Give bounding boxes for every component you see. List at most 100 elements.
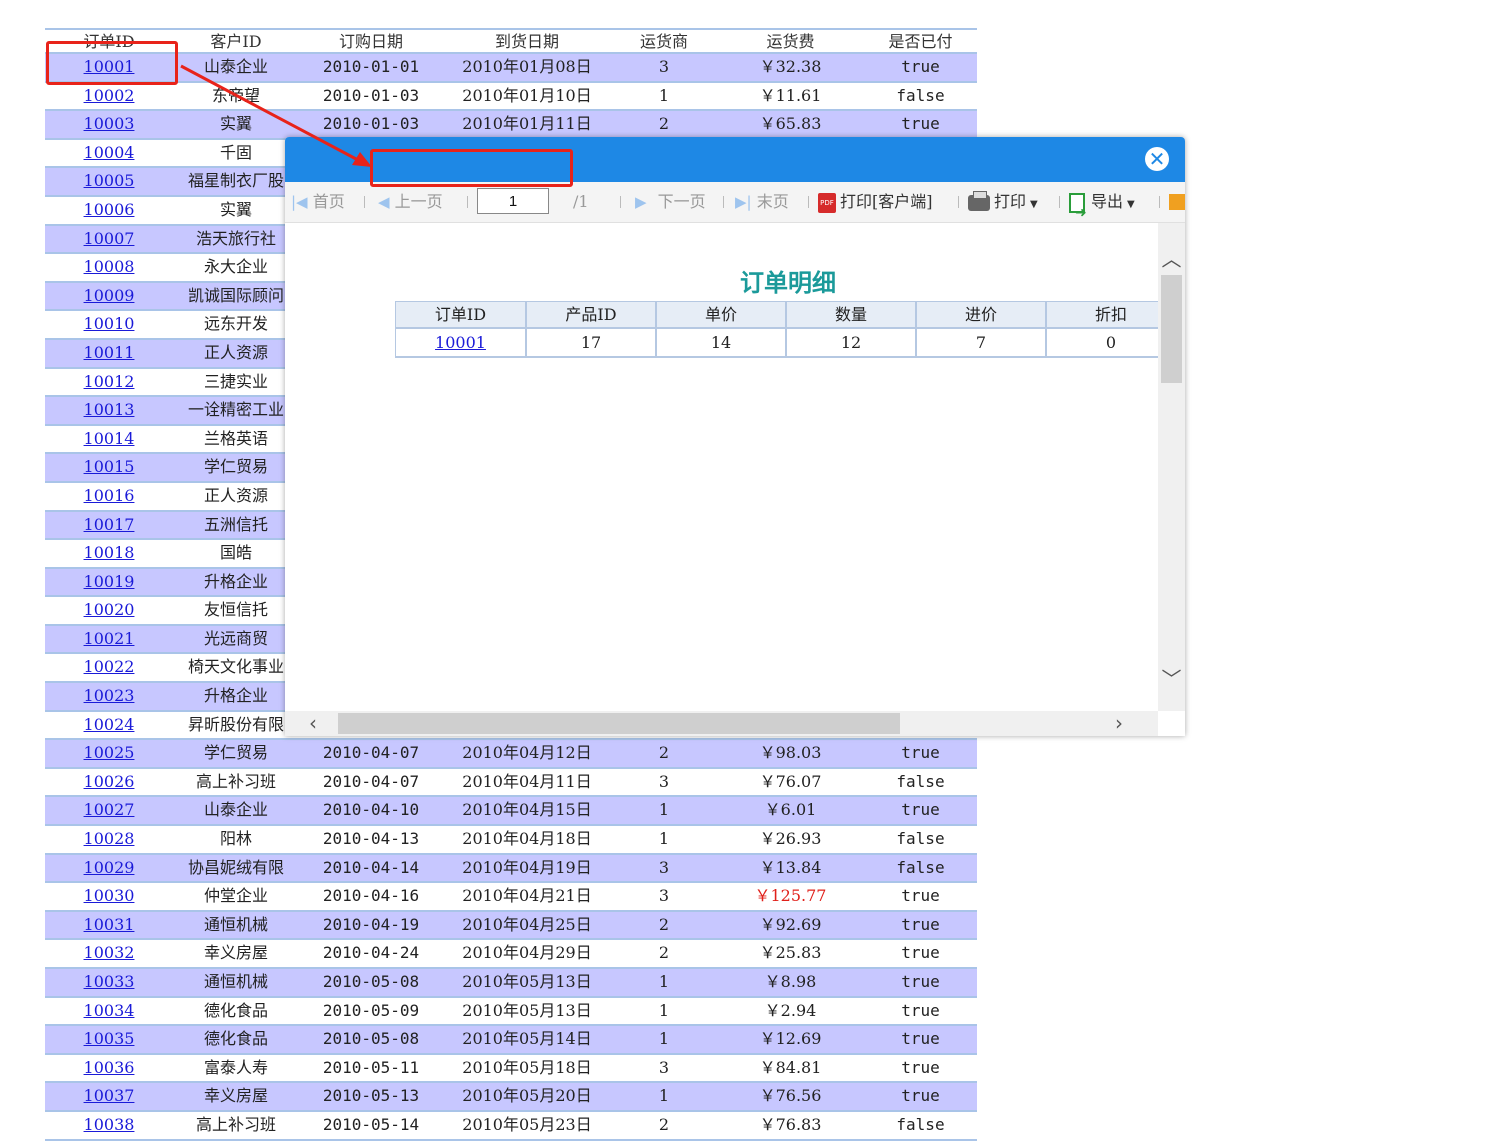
next-page-label: 下一页 xyxy=(657,192,706,211)
order-id-link[interactable]: 10025 xyxy=(84,743,135,762)
cell-shipper: 1 xyxy=(658,1029,670,1049)
order-id-link[interactable]: 10032 xyxy=(84,943,135,962)
cell-customer-id: 福星制衣厂股 xyxy=(187,171,284,191)
cell-order-date: 2010-05-09 xyxy=(322,1000,420,1020)
detail-cell-order-id[interactable]: 10001 xyxy=(395,329,525,356)
order-id-link[interactable]: 10022 xyxy=(84,657,135,676)
cell-customer-id: 仲堂企业 xyxy=(203,886,268,906)
horizontal-scroll-thumb[interactable] xyxy=(338,713,900,734)
order-id-link[interactable]: 10013 xyxy=(84,400,135,419)
cell-order-id: 10016 xyxy=(45,483,173,510)
scroll-left-icon[interactable]: ‹ xyxy=(309,711,317,736)
cell-customer-id: 东帝望 xyxy=(211,85,260,105)
table-row: 10029 协昌妮绒有限 2010-04-14 2010年04月19日 3 ￥13.84 f… xyxy=(45,854,977,884)
prev-page-button[interactable]: ◀ 上一页 xyxy=(378,182,443,222)
order-id-link[interactable]: 10010 xyxy=(84,314,135,333)
horizontal-scrollbar[interactable]: ‹ › xyxy=(285,711,1158,736)
cell-customer-id: 昇昕股份有限 xyxy=(187,714,284,734)
order-id-link[interactable]: 10014 xyxy=(84,429,135,448)
scroll-down-icon[interactable]: ﹀ xyxy=(1158,663,1185,692)
cell-shipper: 3 xyxy=(658,1057,670,1077)
detail-cell-cost: 7 xyxy=(915,329,1045,356)
cell-order-id: 10002 xyxy=(45,83,173,110)
cell-order-date: 2010-04-07 xyxy=(322,771,420,791)
order-id-link[interactable]: 10030 xyxy=(84,886,135,905)
order-id-link[interactable]: 10021 xyxy=(84,629,135,648)
order-id-link[interactable]: 10017 xyxy=(84,515,135,534)
cell-arrival-date: 2010年04月15日 xyxy=(462,800,592,820)
column-header-arrival-date: 到货日期 xyxy=(494,32,559,51)
cell-arrival-date: 2010年04月18日 xyxy=(462,829,592,849)
cell-order-id: 10003 xyxy=(45,111,173,138)
order-detail-table: 订单ID 产品ID 单价 数量 进价 折扣 10001 17 14 12 7 0 xyxy=(395,301,1158,358)
order-id-link[interactable]: 10011 xyxy=(84,343,135,362)
cell-arrival-date: 2010年01月11日 xyxy=(462,114,592,134)
cell-order-date: 2010-04-14 xyxy=(322,857,420,877)
order-id-link[interactable]: 10004 xyxy=(84,143,135,162)
order-id-link[interactable]: 10005 xyxy=(84,171,135,190)
detail-table-body: 10001 17 14 12 7 0 xyxy=(395,329,1158,358)
cell-order-id: 10004 xyxy=(45,140,173,167)
order-id-link[interactable]: 10038 xyxy=(84,1115,135,1134)
vertical-scrollbar[interactable]: ︿ ﹀ xyxy=(1158,223,1185,711)
export-button[interactable]: 导出▼ xyxy=(1069,182,1135,233)
order-id-link[interactable]: 10002 xyxy=(84,86,135,105)
cell-arrival-date: 2010年01月10日 xyxy=(462,85,592,105)
cell-order-id: 10005 xyxy=(45,168,173,195)
cell-shipper: 1 xyxy=(658,972,670,991)
cell-freight: ￥6.01 xyxy=(764,800,817,820)
order-id-link[interactable]: 10028 xyxy=(84,829,135,848)
order-id-link[interactable]: 10019 xyxy=(84,572,135,591)
close-icon[interactable]: ✕ xyxy=(1145,147,1169,171)
cell-customer-id: 幸义房屋 xyxy=(203,1086,268,1106)
order-id-link[interactable]: 10006 xyxy=(84,200,135,219)
order-id-link[interactable]: 10026 xyxy=(84,772,135,791)
order-id-link[interactable]: 10027 xyxy=(84,800,135,819)
detail-header-order-id: 订单ID xyxy=(395,302,525,327)
order-id-link[interactable]: 10016 xyxy=(84,486,135,505)
cell-arrival-date: 2010年04月19日 xyxy=(462,857,592,877)
detail-table-header: 订单ID 产品ID 单价 数量 进价 折扣 xyxy=(395,301,1158,329)
scroll-right-icon[interactable]: › xyxy=(1115,711,1123,736)
cell-arrival-date: 2010年01月08日 xyxy=(462,57,592,76)
order-id-link[interactable]: 10036 xyxy=(84,1058,135,1077)
cell-order-id: 10034 xyxy=(45,998,173,1025)
order-id-link[interactable]: 10035 xyxy=(84,1029,135,1048)
order-id-link[interactable]: 10034 xyxy=(84,1001,135,1020)
vertical-scroll-thumb[interactable] xyxy=(1161,275,1182,383)
next-page-button[interactable]: ▶ 下一页 xyxy=(635,182,706,222)
cell-shipper: 2 xyxy=(658,743,670,763)
order-id-link[interactable]: 10029 xyxy=(84,858,135,877)
column-header-order-date: 订购日期 xyxy=(338,32,403,51)
cell-customer-id: 远东开发 xyxy=(203,314,268,334)
order-id-link[interactable]: 10031 xyxy=(84,915,135,934)
order-id-link[interactable]: 10033 xyxy=(84,972,135,991)
order-id-link[interactable]: 10018 xyxy=(84,543,135,562)
cell-customer-id: 友恒信托 xyxy=(203,600,268,620)
order-id-link[interactable]: 10008 xyxy=(84,257,135,276)
cell-paid: false xyxy=(896,85,945,105)
print-client-label: 打印[客户端] xyxy=(840,192,933,211)
order-id-link[interactable]: 10003 xyxy=(84,114,135,133)
scroll-up-icon[interactable]: ︿ xyxy=(1158,243,1185,272)
last-page-button[interactable]: ▶| 末页 xyxy=(735,182,789,222)
order-id-link[interactable]: 10024 xyxy=(84,715,135,734)
order-id-link[interactable]: 10007 xyxy=(84,229,135,248)
cell-freight: ￥65.83 xyxy=(759,114,822,134)
first-page-button[interactable]: |◀ 首页 xyxy=(291,182,345,222)
cell-shipper: 3 xyxy=(658,57,670,76)
print-button[interactable]: 打印 ▼ xyxy=(968,182,1038,222)
cell-customer-id: 浩天旅行社 xyxy=(195,228,276,248)
page-number-input[interactable]: 1 xyxy=(477,188,549,214)
print-client-button[interactable]: PDF 打印[客户端] xyxy=(818,182,933,222)
email-icon[interactable] xyxy=(1169,194,1185,210)
order-id-link[interactable]: 10037 xyxy=(84,1086,135,1105)
annotation-box-dialog-title xyxy=(370,149,573,187)
order-id-link[interactable]: 10015 xyxy=(84,457,135,476)
order-id-link[interactable]: 10012 xyxy=(84,372,135,391)
order-id-link[interactable]: 10023 xyxy=(84,686,135,705)
order-id-link[interactable]: 10020 xyxy=(84,600,135,619)
cell-paid: true xyxy=(901,114,940,134)
cell-order-date: 2010-05-08 xyxy=(322,972,420,991)
order-id-link[interactable]: 10009 xyxy=(84,286,135,305)
